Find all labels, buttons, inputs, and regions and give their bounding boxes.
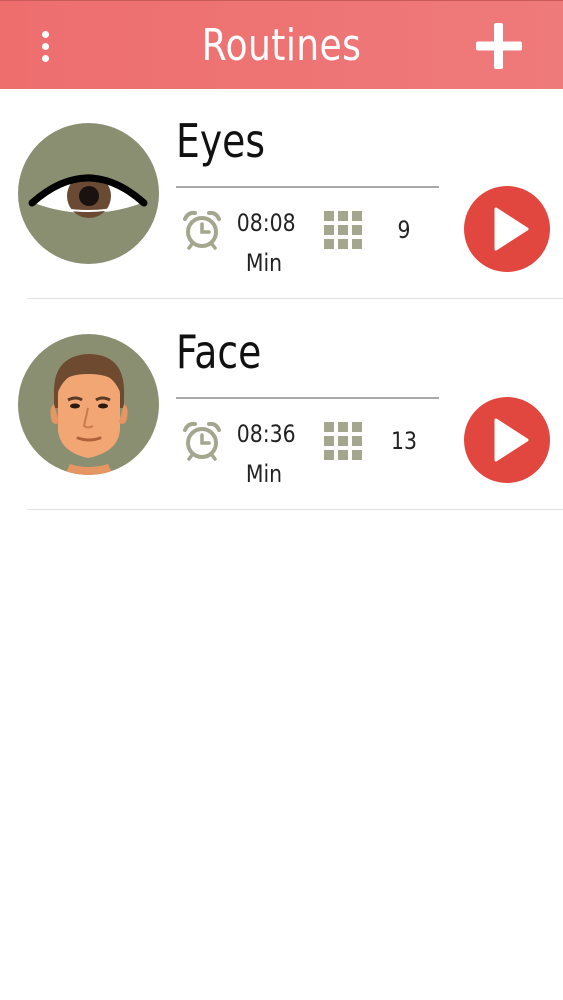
routine-name: Face	[176, 325, 262, 379]
routine-duration-unit: Min	[245, 460, 283, 488]
routine-duration: 08:36	[236, 420, 296, 448]
exercise-count: 9	[397, 216, 411, 244]
add-routine-button[interactable]	[470, 19, 528, 73]
menu-dot	[41, 42, 49, 50]
play-icon	[464, 186, 550, 272]
face-icon	[50, 354, 128, 475]
plus-icon	[476, 23, 522, 69]
page-title: Routines	[201, 20, 362, 71]
routine-item[interactable]: Face 08:36 Min 13	[0, 300, 563, 510]
list-divider	[27, 509, 563, 510]
routine-title-underline	[176, 186, 439, 188]
grid-icon	[324, 422, 362, 460]
menu-dot	[41, 54, 49, 62]
list-divider	[27, 298, 563, 299]
eye-icon	[28, 174, 148, 218]
routine-name: Eyes	[176, 114, 266, 168]
alarm-clock-icon	[183, 210, 221, 250]
play-routine-button[interactable]	[463, 185, 551, 273]
grid-icon	[324, 211, 362, 249]
alarm-clock-icon	[183, 421, 221, 461]
routine-item[interactable]: Eyes 08:08 Min 9	[0, 89, 563, 299]
routine-avatar	[18, 123, 159, 264]
play-routine-button[interactable]	[463, 396, 551, 484]
routine-duration: 08:08	[236, 209, 296, 237]
routine-title-underline	[176, 397, 439, 399]
routine-avatar	[18, 334, 159, 475]
app-bar: Routines	[0, 0, 563, 89]
routine-duration-unit: Min	[245, 249, 283, 277]
exercise-count: 13	[391, 427, 417, 455]
menu-dot	[41, 30, 49, 38]
play-icon	[464, 397, 550, 483]
